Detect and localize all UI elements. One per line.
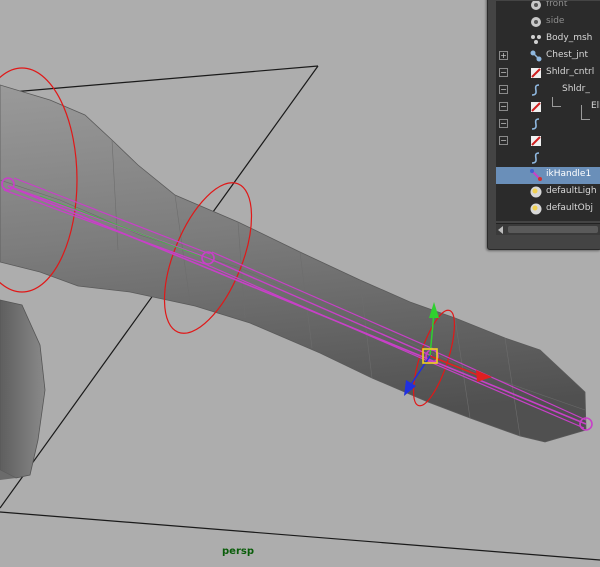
outliner-panel[interactable]: front side Body_msh + Chest_jnt − Shldr_…	[487, 0, 600, 250]
tree-line	[552, 97, 553, 106]
nurbs-curve-icon	[531, 68, 541, 78]
outliner-item-body-msh[interactable]: Body_msh	[496, 31, 600, 48]
collapse-toggle[interactable]: −	[499, 102, 508, 111]
camera-icon	[531, 17, 541, 27]
collapse-toggle[interactable]: −	[499, 136, 508, 145]
tree-line	[581, 105, 582, 119]
scroll-thumb[interactable]	[508, 226, 598, 233]
outliner-item-nurbs-curve[interactable]: −	[496, 133, 600, 150]
outliner-horizontal-scrollbar[interactable]	[496, 223, 600, 235]
outliner-item-shldr[interactable]: − Shldr_	[496, 82, 600, 99]
outliner-item-curve-shape-2[interactable]	[496, 150, 600, 167]
outliner-list[interactable]: front side Body_msh + Chest_jnt − Shldr_…	[496, 1, 600, 221]
nurbs-curve-icon	[531, 102, 541, 112]
outliner-item-side[interactable]: side	[496, 14, 600, 31]
tree-line	[552, 106, 561, 107]
light-set-icon	[530, 186, 542, 198]
ik-handle-icon	[530, 169, 542, 181]
scroll-left-arrow-icon[interactable]	[498, 226, 503, 234]
outliner-item-default-light-set[interactable]: defaultLigh	[496, 184, 600, 201]
joint-icon	[530, 50, 542, 62]
camera-label: persp	[222, 546, 254, 557]
outliner-item-elb[interactable]: − Elb	[496, 99, 600, 116]
collapse-toggle[interactable]: −	[499, 68, 508, 77]
curve-shape-icon	[531, 118, 540, 130]
expand-toggle[interactable]: +	[499, 51, 508, 60]
mesh-icon	[531, 35, 541, 44]
nurbs-curve-icon	[531, 136, 541, 146]
outliner-item-shldr-cntrl[interactable]: − Shldr_cntrl	[496, 65, 600, 82]
outliner-item-ikhandle1[interactable]: ikHandle1	[496, 167, 600, 184]
object-set-icon	[530, 203, 542, 215]
tree-line	[581, 119, 590, 120]
collapse-toggle[interactable]: −	[499, 119, 508, 128]
collapse-toggle[interactable]: −	[499, 85, 508, 94]
outliner-item-front[interactable]: front	[496, 1, 600, 14]
camera-icon	[531, 1, 541, 10]
curve-shape-icon	[531, 84, 540, 96]
curve-shape-icon	[531, 152, 540, 164]
outliner-item-default-object-set[interactable]: defaultObj	[496, 201, 600, 218]
body-mesh-torso[interactable]	[0, 299, 46, 480]
outliner-item-chest-jnt[interactable]: + Chest_jnt	[496, 48, 600, 65]
